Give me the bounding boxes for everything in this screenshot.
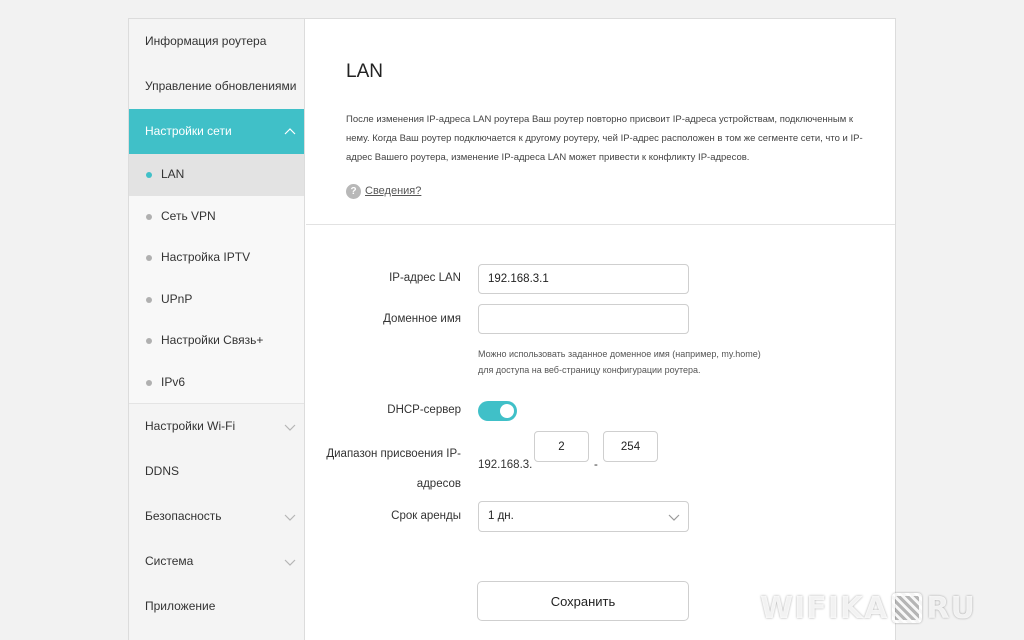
router-settings-panel: Информация роутера Управление обновления…: [128, 18, 896, 640]
wifika-watermark-logo: WIFIKA RU: [760, 590, 1014, 626]
sidebar-subitem-label: LAN: [161, 167, 185, 181]
ip-range-prefix: 192.168.3.: [478, 459, 533, 471]
section-divider: [306, 224, 895, 225]
sidebar: Информация роутера Управление обновления…: [129, 19, 305, 640]
sidebar-item-label: DDNS: [145, 464, 180, 478]
bullet-dot-icon: [146, 338, 152, 344]
page-description: После изменения IP-адреса LAN роутера Ва…: [346, 114, 863, 163]
lease-time-label: Срок аренды: [391, 510, 461, 522]
sidebar-subitem-vpn[interactable]: Сеть VPN: [129, 195, 304, 237]
ip-address-label: IP-адрес LAN: [389, 272, 461, 284]
page-title: LAN: [346, 61, 383, 82]
lease-time-value: 1 дн.: [488, 510, 514, 522]
watermark-text-left: WIFIKA: [760, 590, 889, 626]
sidebar-item-wifi-settings[interactable]: Настройки Wi-Fi: [129, 404, 304, 449]
sidebar-item-application[interactable]: Приложение: [129, 584, 304, 629]
ip-range-separator: -: [594, 459, 598, 471]
bullet-dot-icon: [146, 379, 152, 386]
domain-name-label: Доменное имя: [383, 313, 461, 325]
chevron-up-icon: [284, 126, 296, 138]
sidebar-item-label: Настройки Wi-Fi: [145, 419, 236, 433]
domain-name-hint: Можно использовать заданное доменное имя…: [478, 349, 761, 375]
bullet-dot-icon: [146, 172, 152, 178]
sidebar-item-label: Настройки сети: [145, 124, 232, 138]
bullet-dot-icon: [146, 255, 152, 261]
ip-range-end-input[interactable]: [603, 431, 658, 462]
bullet-dot-icon: [146, 296, 152, 303]
ip-address-input[interactable]: [478, 264, 689, 294]
ip-range-start-input[interactable]: [534, 431, 589, 462]
sidebar-subitem-upnp[interactable]: UPnP: [129, 278, 304, 320]
question-icon[interactable]: ?: [346, 183, 361, 199]
sidebar-item-label: Приложение: [145, 599, 216, 613]
chevron-down-icon: [668, 511, 680, 523]
sidebar-subitem-svyaz[interactable]: Настройки Связь+: [129, 320, 304, 362]
sidebar-item-system[interactable]: Система: [129, 539, 304, 584]
save-button[interactable]: Сохранить: [477, 581, 689, 621]
ip-range-label: Диапазон присвоения IP-адресов: [326, 448, 461, 490]
dhcp-server-label: DHCP-сервер: [387, 404, 461, 416]
details-help[interactable]: ? Сведения?: [346, 183, 421, 199]
sidebar-item-update-management[interactable]: Управление обновлениями: [129, 64, 304, 109]
toggle-knob: [500, 404, 514, 418]
sidebar-item-label: Информация роутера: [145, 34, 267, 48]
lease-time-select[interactable]: 1 дн.: [478, 501, 689, 532]
sidebar-subitem-label: IPv6: [161, 374, 186, 389]
main-content: LAN После изменения IP-адреса LAN роутер…: [306, 19, 895, 640]
sidebar-subitem-ipv6[interactable]: IPv6: [129, 361, 304, 403]
sidebar-item-network-settings[interactable]: Настройки сети: [129, 109, 304, 154]
sidebar-subitem-label: Сеть VPN: [161, 208, 216, 223]
details-link[interactable]: Сведения?: [365, 185, 421, 197]
sidebar-subitem-label: UPnP: [161, 291, 193, 306]
dhcp-server-toggle[interactable]: [478, 401, 517, 421]
sidebar-item-router-info[interactable]: Информация роутера: [129, 19, 304, 64]
sidebar-item-label: Безопасность: [145, 509, 222, 523]
domain-name-input[interactable]: [478, 304, 689, 334]
sidebar-subitem-label: Настройка IPTV: [161, 250, 251, 264]
sidebar-item-ddns[interactable]: DDNS: [129, 449, 304, 494]
watermark-text-right: RU: [926, 590, 976, 626]
sidebar-subitem-lan[interactable]: LAN: [129, 154, 304, 196]
sidebar-subitem-iptv[interactable]: Настройка IPTV: [129, 237, 304, 279]
sidebar-item-security[interactable]: Безопасность: [129, 494, 304, 539]
sidebar-item-label: Система: [145, 554, 194, 568]
sidebar-item-label: Управление обновлениями: [145, 79, 297, 93]
qr-code-icon: [892, 593, 923, 623]
chevron-down-icon: [284, 421, 296, 433]
sidebar-subitem-label: Настройки Связь+: [161, 333, 264, 347]
bullet-dot-icon: [146, 213, 152, 220]
chevron-down-icon: [284, 511, 296, 523]
chevron-down-icon: [284, 556, 296, 568]
